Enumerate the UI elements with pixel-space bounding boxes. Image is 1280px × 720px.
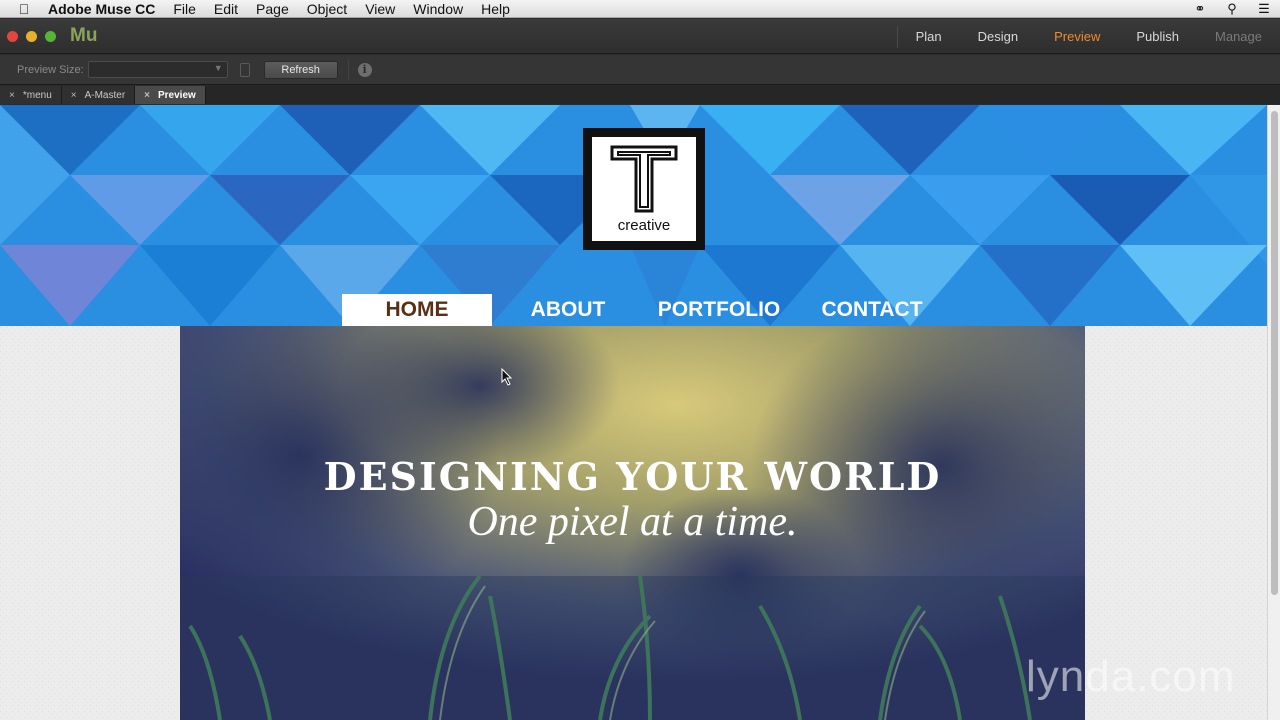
close-icon[interactable]: ×	[71, 90, 77, 101]
nav-about[interactable]: ABOUT	[492, 294, 644, 326]
preview-canvas: creative HOME ABOUT PORTFOLIO CONTACT DE…	[0, 105, 1267, 720]
workspace-mode-switcher: Plan Design Preview Publish Manage	[896, 19, 1280, 54]
app-menu-name[interactable]: Adobe Muse CC	[48, 1, 155, 17]
preview-size-dropdown[interactable]: ▼	[87, 61, 228, 78]
tab-label: A-Master	[84, 89, 126, 101]
logo-panel: creative	[592, 137, 696, 241]
mode-publish[interactable]: Publish	[1118, 29, 1197, 44]
apple-icon[interactable]: 	[0, 1, 48, 17]
window-minimize-button[interactable]	[26, 31, 37, 42]
toolbar-divider	[347, 59, 349, 80]
vertical-scrollbar[interactable]	[1267, 105, 1280, 720]
hero-image: DESIGNING YOUR WORLD One pixel at a time…	[180, 326, 1085, 720]
notification-list-icon[interactable]: ☰	[1248, 1, 1280, 17]
tab-menu[interactable]: × *menu	[0, 86, 62, 104]
menu-page[interactable]: Page	[256, 1, 289, 17]
nav-contact[interactable]: CONTACT	[794, 294, 950, 326]
mode-manage[interactable]: Manage	[1197, 29, 1280, 44]
mouse-pointer-icon	[501, 368, 513, 386]
spotlight-search-icon[interactable]: ⚲	[1216, 1, 1248, 17]
tab-a-master[interactable]: × A-Master	[61, 86, 136, 104]
window-zoom-button[interactable]	[45, 31, 56, 42]
info-icon[interactable]: i	[357, 62, 372, 77]
tab-preview[interactable]: × Preview	[135, 86, 206, 104]
window-close-button[interactable]	[7, 31, 18, 42]
preview-size-label: Preview Size:	[17, 63, 84, 76]
hero-tagline: One pixel at a time.	[467, 499, 798, 545]
system-menu-bar:  Adobe Muse CC File Edit Page Object Vi…	[0, 0, 1280, 18]
app-title-bar: Mu Plan Design Preview Publish Manage	[0, 19, 1280, 54]
mode-plan[interactable]: Plan	[898, 29, 960, 44]
menu-object[interactable]: Object	[307, 1, 347, 17]
tab-label: *menu	[22, 89, 52, 101]
menu-help[interactable]: Help	[481, 1, 510, 17]
site-navigation: HOME ABOUT PORTFOLIO CONTACT	[342, 294, 950, 326]
close-icon[interactable]: ×	[9, 90, 15, 101]
close-icon[interactable]: ×	[144, 90, 150, 101]
logo-t-mark-icon	[610, 145, 678, 213]
scrollbar-thumb[interactable]	[1271, 111, 1278, 595]
preview-toolbar: Preview Size: ▼ Refresh i	[0, 55, 1280, 85]
nav-home[interactable]: HOME	[342, 294, 492, 326]
site-logo[interactable]: creative	[583, 128, 705, 250]
logo-wordmark: creative	[617, 217, 671, 234]
creative-cloud-icon[interactable]: ⚭	[1184, 1, 1216, 17]
menu-window[interactable]: Window	[413, 1, 463, 17]
chevron-down-icon: ▼	[213, 63, 223, 73]
mode-design[interactable]: Design	[960, 29, 1036, 44]
menu-file[interactable]: File	[173, 1, 196, 17]
nav-portfolio[interactable]: PORTFOLIO	[644, 294, 794, 326]
tab-label: Preview	[158, 89, 196, 101]
menu-edit[interactable]: Edit	[214, 1, 238, 17]
hero-headline: DESIGNING YOUR WORLD	[323, 454, 942, 499]
document-tab-bar: × *menu × A-Master × Preview	[0, 86, 1280, 104]
refresh-button[interactable]: Refresh	[263, 60, 338, 79]
device-orientation-icon[interactable]	[239, 62, 250, 77]
menu-view[interactable]: View	[365, 1, 395, 17]
mode-preview[interactable]: Preview	[1036, 29, 1118, 44]
lynda-watermark: lynda.com	[1026, 652, 1236, 701]
muse-logo: Mu	[70, 25, 98, 46]
